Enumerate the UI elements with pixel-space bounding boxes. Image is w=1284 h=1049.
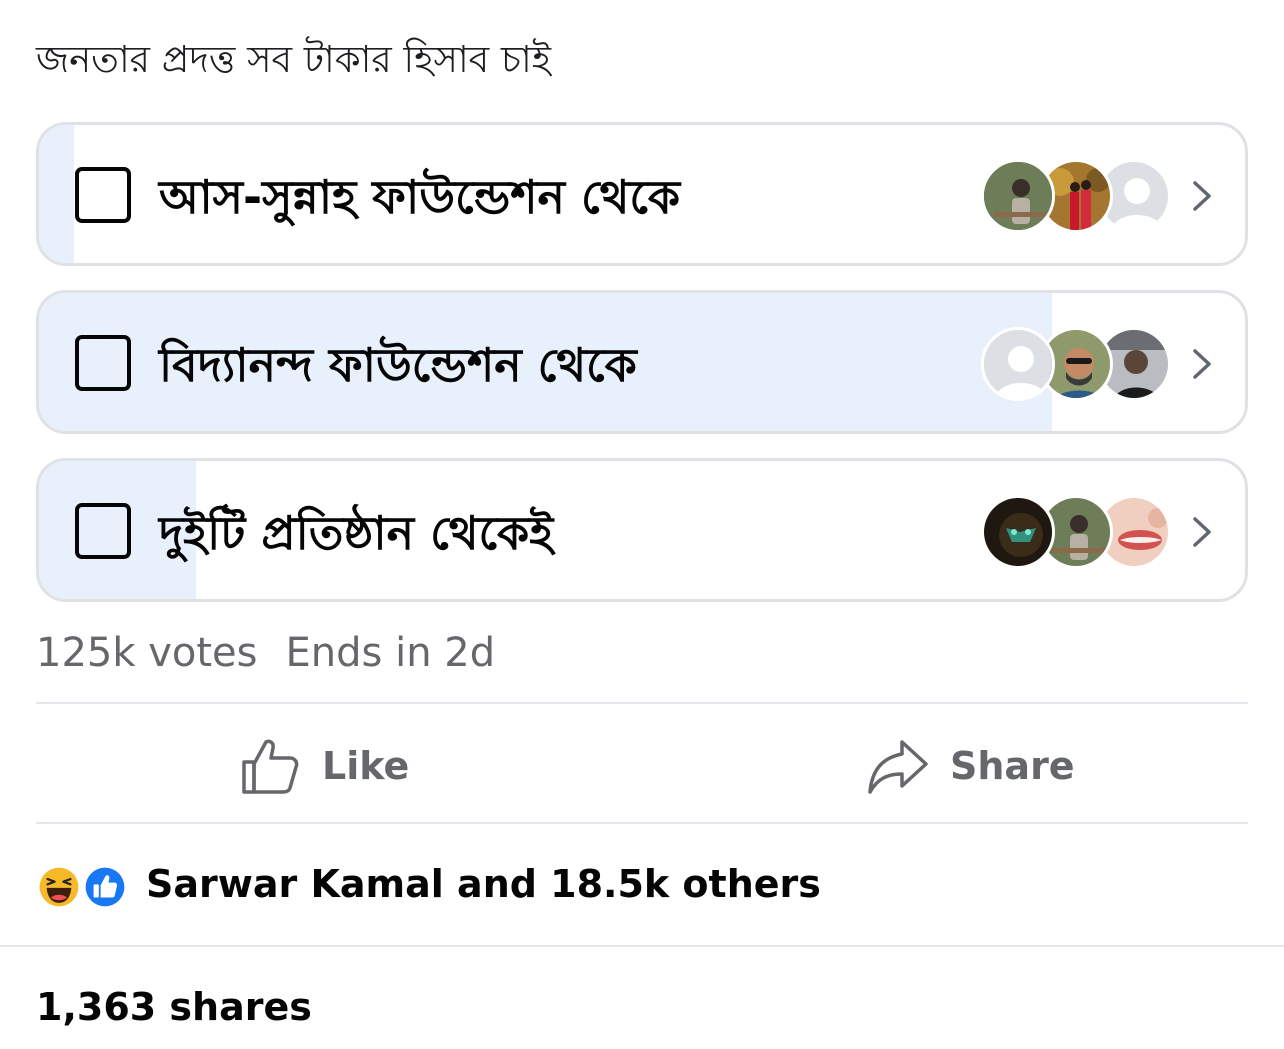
poll-option-1-checkbox[interactable] (75, 167, 131, 223)
poll-option-1-result-bar (39, 125, 74, 263)
poll-option-2-checkbox[interactable] (75, 335, 131, 391)
chevron-right-icon[interactable] (1187, 171, 1217, 221)
divider (0, 945, 1284, 947)
poll-option-2-voter-avatars[interactable] (981, 327, 1177, 401)
share-button[interactable]: Share (866, 728, 1075, 804)
like-button[interactable]: Like (240, 728, 409, 804)
poll-option-3-checkbox[interactable] (75, 503, 131, 559)
voter-avatar (981, 159, 1055, 233)
poll-option-2-label: বিদ্যানন্দ ফাউন্ডেশন থেকে (159, 338, 637, 392)
poll-option-1[interactable]: আস-সুন্নাহ ফাউন্ডেশন থেকে (36, 122, 1248, 266)
vote-count: 125k votes (36, 630, 258, 676)
share-count[interactable]: 1,363 shares (36, 985, 312, 1029)
poll-option-3-voter-avatars[interactable] (981, 495, 1177, 569)
voter-avatar (981, 495, 1055, 569)
voter-avatar (981, 327, 1055, 401)
poll-option-3-label: দুইটি প্রতিষ্ঠান থেকেই (159, 506, 554, 560)
poll-end-time: Ends in 2d (285, 630, 496, 676)
poll-option-3[interactable]: দুইটি প্রতিষ্ঠান থেকেই (36, 458, 1248, 602)
chevron-right-icon[interactable] (1187, 339, 1217, 389)
share-label: Share (950, 744, 1075, 788)
divider (36, 702, 1248, 704)
reaction-icons[interactable] (34, 862, 134, 912)
divider (36, 822, 1248, 824)
poll-option-1-voter-avatars[interactable] (981, 159, 1177, 233)
poll-option-1-label: আস-সুন্নাহ ফাউন্ডেশন থেকে (159, 170, 681, 224)
poll-meta: 125k votes Ends in 2d (36, 630, 495, 676)
thumbs-up-icon (242, 739, 299, 794)
chevron-right-icon[interactable] (1187, 507, 1217, 557)
poll-question: জনতার প্রদত্ত সব টাকার হিসাব চাই (36, 38, 551, 81)
poll-option-2[interactable]: বিদ্যানন্দ ফাউন্ডেশন থেকে (36, 290, 1248, 434)
share-arrow-icon (868, 740, 928, 794)
haha-reaction-icon (34, 862, 84, 912)
like-reaction-icon (80, 862, 130, 912)
like-label: Like (322, 744, 410, 788)
reaction-summary[interactable]: Sarwar Kamal and 18.5k others (146, 862, 821, 906)
